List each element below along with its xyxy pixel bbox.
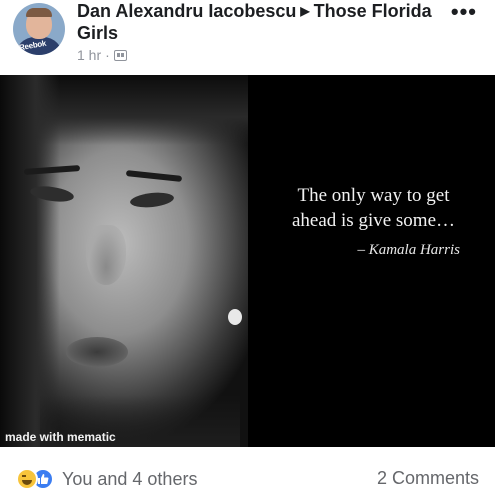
photo-nose bbox=[86, 225, 126, 285]
author-name-link[interactable]: Dan Alexandru Iacobescu bbox=[77, 1, 296, 21]
post-image[interactable]: The only way to get ahead is give some… … bbox=[0, 75, 495, 447]
author-avatar[interactable]: Reebok bbox=[13, 3, 65, 55]
post-meta: 1 hr · bbox=[77, 47, 437, 63]
reactions-summary[interactable]: You and 4 others bbox=[16, 468, 197, 490]
meme-attribution: – Kamala Harris bbox=[357, 242, 460, 258]
meme-quote: The only way to get ahead is give some… bbox=[291, 185, 456, 231]
meta-separator: · bbox=[105, 47, 110, 63]
post-header: Reebok Dan Alexandru Iacobescu ▶ Those Flo… bbox=[0, 0, 495, 72]
reaction-count-text: You and 4 others bbox=[62, 468, 198, 489]
photo-lips bbox=[66, 337, 128, 367]
post-footer: You and 4 others 2 Comments bbox=[0, 450, 495, 500]
mematic-watermark: made with mematic bbox=[5, 430, 116, 444]
haha-icon bbox=[16, 468, 38, 490]
avatar-hair bbox=[26, 8, 52, 17]
photo-eye-right bbox=[129, 190, 175, 210]
like-thumb-svg bbox=[38, 474, 49, 484]
more-options-button[interactable]: ••• bbox=[451, 1, 477, 23]
post-title: Dan Alexandru Iacobescu ▶ Those Florida Gi… bbox=[77, 0, 437, 44]
photo-brow-right bbox=[125, 170, 183, 182]
comments-count-link[interactable]: 2 Comments bbox=[377, 468, 479, 489]
header-text: Dan Alexandru Iacobescu ▶ Those Florida Gi… bbox=[77, 0, 437, 63]
right-triangle-icon: ▶ bbox=[300, 4, 310, 18]
post-timestamp[interactable]: 1 hr bbox=[77, 47, 101, 63]
photo-hair-left bbox=[0, 75, 60, 447]
photo-earring bbox=[228, 309, 242, 325]
portrait-photo bbox=[0, 75, 248, 447]
group-icon bbox=[113, 49, 127, 61]
